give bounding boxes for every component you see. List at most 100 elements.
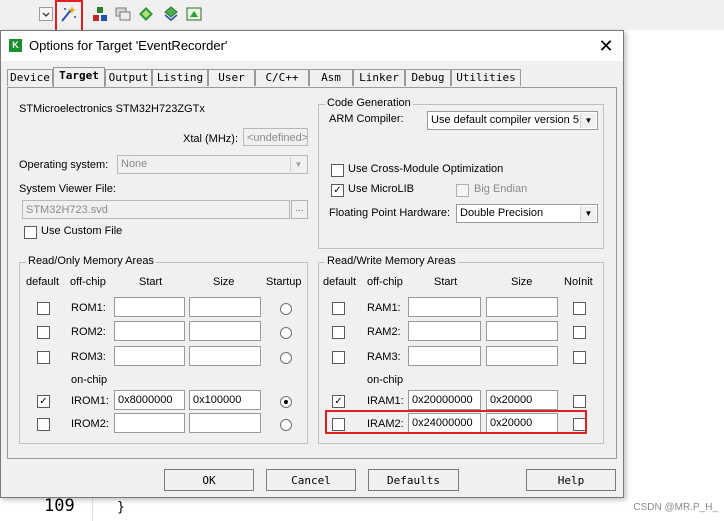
irom2-size-input[interactable] (189, 413, 261, 433)
chevron-down-icon: ▼ (290, 157, 306, 172)
ram2-start-input[interactable] (408, 321, 481, 341)
rw-header-default: default (323, 276, 357, 288)
svf-label: System Viewer File: (19, 183, 116, 195)
rom2-startup-radio[interactable] (280, 327, 292, 339)
irom2-start-input[interactable] (114, 413, 185, 433)
xtal-input[interactable]: <undefined> (243, 128, 308, 146)
cancel-button[interactable]: Cancel (266, 469, 356, 491)
irom2-startup-radio[interactable] (280, 419, 292, 431)
manage-runtime-icon[interactable] (161, 4, 181, 24)
ram1-noinit-checkbox[interactable] (573, 302, 586, 315)
rw-header-start: Start (434, 276, 458, 288)
line-number: 109 (44, 496, 75, 516)
rom1-startup-radio[interactable] (280, 303, 292, 315)
rom3-size-input[interactable] (189, 346, 261, 366)
rom1-label: ROM1: (71, 302, 106, 314)
ro-memory-title: Read/Only Memory Areas (26, 255, 156, 267)
tab-utilities[interactable]: Utilities (451, 69, 521, 86)
iram1-default-checkbox[interactable]: ✓ (332, 395, 345, 408)
rom2-start-input[interactable] (114, 321, 185, 341)
iram1-start-input[interactable]: 0x20000000 (408, 390, 481, 410)
ram2-default-checkbox[interactable] (332, 326, 345, 339)
ok-button[interactable]: OK (164, 469, 254, 491)
ram3-noinit-checkbox[interactable] (573, 351, 586, 364)
tab-listing[interactable]: Listing (152, 69, 208, 86)
tab-debug[interactable]: Debug (405, 69, 451, 86)
ro-header-default: default (26, 276, 60, 288)
ram2-label: RAM2: (367, 326, 401, 338)
fph-select[interactable]: Double Precision ▼ (456, 204, 598, 223)
ro-header-start: Start (139, 276, 163, 288)
event-recorder-icon[interactable] (184, 4, 204, 24)
microlib-checkbox[interactable]: ✓ (331, 184, 344, 197)
compiler-select[interactable]: Use default compiler version 5 ▼ (427, 111, 598, 130)
big-endian-checkbox[interactable] (456, 184, 469, 197)
os-select[interactable]: None ▼ (117, 155, 308, 174)
ro-header-startup: Startup (266, 276, 302, 288)
tab-device[interactable]: Device (7, 69, 53, 86)
cross-module-label: Use Cross-Module Optimization (348, 163, 504, 175)
ram2-noinit-checkbox[interactable] (573, 326, 586, 339)
rom2-size-input[interactable] (189, 321, 261, 341)
irom1-default-checkbox[interactable]: ✓ (37, 395, 50, 408)
tab-asm[interactable]: Asm (309, 69, 353, 86)
chevron-down-icon: ▼ (580, 206, 596, 221)
ram3-size-input[interactable] (486, 346, 558, 366)
rom1-size-input[interactable] (189, 297, 261, 317)
fph-select-value: Double Precision (460, 207, 544, 219)
rom3-start-input[interactable] (114, 346, 185, 366)
rw-memory-title: Read/Write Memory Areas (325, 255, 458, 267)
rom3-startup-radio[interactable] (280, 352, 292, 364)
os-label: Operating system: (19, 159, 109, 171)
irom1-size-input[interactable]: 0x100000 (189, 390, 261, 410)
ro-onchip-label: on-chip (71, 374, 108, 386)
select-packs-icon[interactable] (136, 4, 156, 24)
ram1-label: RAM1: (367, 302, 401, 314)
highlight-box-iram2 (325, 410, 587, 434)
custom-file-checkbox[interactable] (24, 226, 37, 239)
tab-target[interactable]: Target (53, 67, 105, 87)
big-endian-label: Big Endian (474, 183, 528, 195)
irom2-default-checkbox[interactable] (37, 418, 50, 431)
rom3-default-checkbox[interactable] (37, 351, 50, 364)
ram3-start-input[interactable] (408, 346, 481, 366)
pack-installer-icon[interactable] (113, 4, 133, 24)
tab-linker[interactable]: Linker (353, 69, 405, 86)
cross-module-checkbox[interactable] (331, 164, 344, 177)
dialog-titlebar[interactable]: K Options for Target 'EventRecorder' ✕ (1, 31, 623, 61)
code-generation-group: Code Generation ARM Compiler: Use defaul… (318, 97, 604, 249)
ram3-default-checkbox[interactable] (332, 351, 345, 364)
rom1-start-input[interactable] (114, 297, 185, 317)
highlight-box-wand (55, 0, 83, 32)
rw-memory-group: Read/Write Memory Areas default off-chip… (318, 255, 604, 444)
irom1-startup-radio[interactable] (280, 396, 292, 408)
svf-input[interactable]: STM32H723.svd (22, 200, 290, 219)
iram1-size-input[interactable]: 0x20000 (486, 390, 558, 410)
code-generation-title: Code Generation (325, 97, 413, 109)
tab-c-cpp[interactable]: C/C++ (255, 69, 309, 86)
help-button[interactable]: Help (526, 469, 616, 491)
ram3-label: RAM3: (367, 351, 401, 363)
target-panel: STMicroelectronics STM32H723ZGTx Xtal (M… (7, 87, 617, 459)
irom1-start-input[interactable]: 0x8000000 (114, 390, 185, 410)
tab-user[interactable]: User (208, 69, 255, 86)
tab-output[interactable]: Output (105, 69, 152, 86)
dialog-app-icon: K (9, 39, 22, 52)
defaults-button[interactable]: Defaults (368, 469, 459, 491)
ram1-default-checkbox[interactable] (332, 302, 345, 315)
ram1-start-input[interactable] (408, 297, 481, 317)
rom1-default-checkbox[interactable] (37, 302, 50, 315)
rom2-default-checkbox[interactable] (37, 326, 50, 339)
close-button[interactable]: ✕ (595, 35, 617, 57)
ram2-size-input[interactable] (486, 321, 558, 341)
dialog-title: Options for Target 'EventRecorder' (29, 38, 228, 53)
iram1-noinit-checkbox[interactable] (573, 395, 586, 408)
svf-browse-button[interactable]: ... (291, 200, 308, 219)
custom-file-label: Use Custom File (41, 225, 123, 237)
irom1-label: IROM1: (71, 395, 109, 407)
manage-project-items-icon[interactable] (90, 4, 110, 24)
dropdown-arrow-icon[interactable] (36, 4, 56, 24)
os-select-value: None (121, 158, 148, 170)
ro-memory-group: Read/Only Memory Areas default off-chip … (19, 255, 308, 444)
ram1-size-input[interactable] (486, 297, 558, 317)
